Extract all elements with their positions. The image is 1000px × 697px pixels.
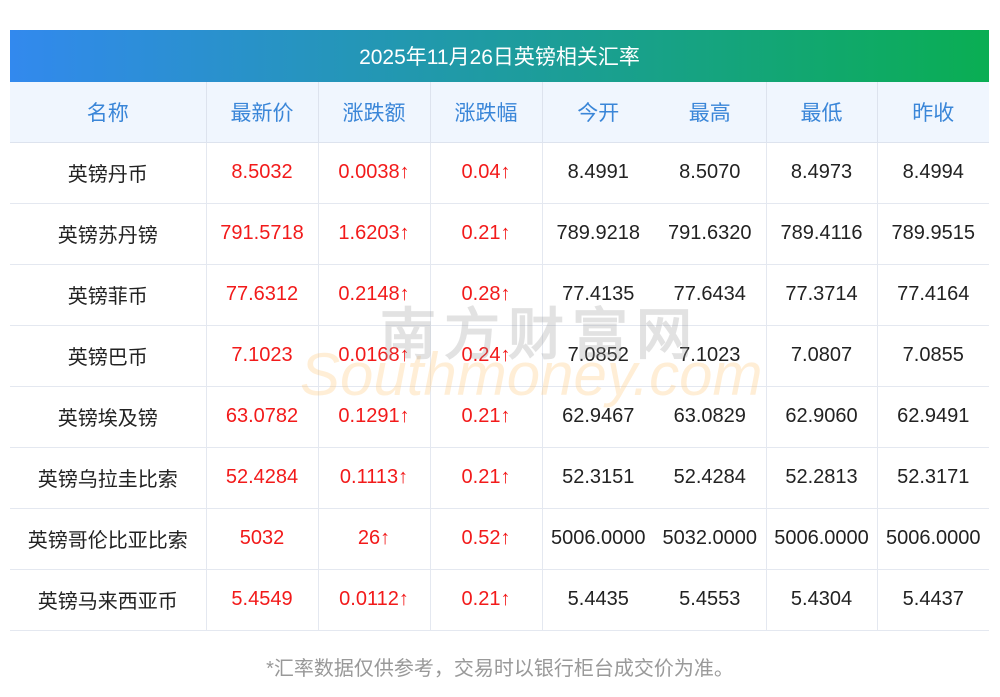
table-row: 英镑马来西亚币 5.4549 0.0112↑ 0.21↑ 5.4435 5.4553 5.4…	[10, 569, 989, 631]
cell-open: 62.9467	[542, 386, 654, 448]
cell-name: 英镑巴币	[10, 325, 207, 387]
cell-change: 0.0168↑	[318, 325, 431, 387]
cell-prev-close: 77.4164	[877, 264, 989, 326]
cell-prev-close: 8.4994	[877, 142, 989, 204]
header-row: 名称 最新价 涨跌额 涨跌幅 今开 最高 最低 昨收	[10, 82, 989, 143]
cell-low: 7.0807	[766, 325, 878, 387]
cell-high: 791.6320	[654, 203, 767, 265]
table-row: 英镑丹币 8.5032 0.0038↑ 0.04↑ 8.4991 8.5070 8.4973…	[10, 142, 989, 204]
cell-change: 0.1113↑	[318, 447, 431, 509]
table-row: 英镑巴币 7.1023 0.0168↑ 0.24↑ 7.0852 7.1023 7.0807…	[10, 325, 989, 387]
cell-low: 77.3714	[766, 264, 878, 326]
cell-name: 英镑乌拉圭比索	[10, 447, 207, 509]
cell-latest: 52.4284	[206, 447, 319, 509]
cell-change-pct: 0.21↑	[430, 569, 543, 631]
cell-open: 77.4135	[542, 264, 654, 326]
cell-prev-close: 5006.0000	[877, 508, 989, 570]
cell-change-pct: 0.24↑	[430, 325, 543, 387]
cell-open: 5006.0000	[542, 508, 654, 570]
cell-change: 0.0038↑	[318, 142, 431, 204]
table-row: 英镑埃及镑 63.0782 0.1291↑ 0.21↑ 62.9467 63.0829 62…	[10, 386, 989, 448]
cell-high: 8.5070	[654, 142, 767, 204]
cell-change: 1.6203↑	[318, 203, 431, 265]
cell-low: 5006.0000	[766, 508, 878, 570]
cell-change-pct: 0.28↑	[430, 264, 543, 326]
cell-low: 5.4304	[766, 569, 878, 631]
exchange-rate-table: 名称 最新价 涨跌额 涨跌幅 今开 最高 最低 昨收 英镑丹币 8.5032 0.0038↑ 0.0…	[10, 82, 989, 631]
cell-name: 英镑丹币	[10, 142, 207, 204]
cell-change-pct: 0.21↑	[430, 447, 543, 509]
table-row: 英镑乌拉圭比索 52.4284 0.1113↑ 0.21↑ 52.3151 52.4284…	[10, 447, 989, 509]
cell-latest: 5032	[206, 508, 319, 570]
cell-change-pct: 0.52↑	[430, 508, 543, 570]
cell-name: 英镑苏丹镑	[10, 203, 207, 265]
table-title: 2025年11月26日英镑相关汇率	[10, 30, 989, 82]
cell-change-pct: 0.04↑	[430, 142, 543, 204]
cell-prev-close: 7.0855	[877, 325, 989, 387]
cell-prev-close: 5.4437	[877, 569, 989, 631]
cell-open: 8.4991	[542, 142, 654, 204]
header-change: 涨跌额	[318, 82, 431, 143]
table-row: 英镑苏丹镑 791.5718 1.6203↑ 0.21↑ 789.9218 791.632…	[10, 203, 989, 265]
cell-name: 英镑马来西亚币	[10, 569, 207, 631]
cell-latest: 63.0782	[206, 386, 319, 448]
header-low: 最低	[766, 82, 878, 143]
cell-name: 英镑菲币	[10, 264, 207, 326]
cell-prev-close: 62.9491	[877, 386, 989, 448]
cell-low: 8.4973	[766, 142, 878, 204]
cell-low: 789.4116	[766, 203, 878, 265]
cell-open: 5.4435	[542, 569, 654, 631]
cell-low: 52.2813	[766, 447, 878, 509]
cell-change: 0.0112↑	[318, 569, 431, 631]
header-latest: 最新价	[206, 82, 319, 143]
cell-prev-close: 789.9515	[877, 203, 989, 265]
cell-change: 0.1291↑	[318, 386, 431, 448]
cell-latest: 791.5718	[206, 203, 319, 265]
cell-name: 英镑哥伦比亚比索	[10, 508, 207, 570]
cell-open: 789.9218	[542, 203, 654, 265]
cell-high: 5.4553	[654, 569, 767, 631]
cell-high: 52.4284	[654, 447, 767, 509]
cell-latest: 5.4549	[206, 569, 319, 631]
cell-change-pct: 0.21↑	[430, 203, 543, 265]
cell-latest: 77.6312	[206, 264, 319, 326]
disclaimer-footer: *汇率数据仅供参考，交易时以银行柜台成交价为准。	[266, 658, 734, 680]
table-row: 英镑哥伦比亚比索 5032 26↑ 0.52↑ 5006.0000 5032.0000 50…	[10, 508, 989, 570]
cell-latest: 8.5032	[206, 142, 319, 204]
table-row: 英镑菲币 77.6312 0.2148↑ 0.28↑ 77.4135 77.6434 77.…	[10, 264, 989, 326]
header-open: 今开	[542, 82, 654, 143]
cell-change: 0.2148↑	[318, 264, 431, 326]
cell-open: 7.0852	[542, 325, 654, 387]
cell-change: 26↑	[318, 508, 431, 570]
cell-high: 77.6434	[654, 264, 767, 326]
cell-prev-close: 52.3171	[877, 447, 989, 509]
cell-high: 5032.0000	[654, 508, 767, 570]
cell-high: 7.1023	[654, 325, 767, 387]
cell-low: 62.9060	[766, 386, 878, 448]
header-change-pct: 涨跌幅	[430, 82, 543, 143]
header-name: 名称	[10, 82, 207, 143]
cell-high: 63.0829	[654, 386, 767, 448]
header-high: 最高	[654, 82, 767, 143]
header-prev-close: 昨收	[877, 82, 989, 143]
cell-open: 52.3151	[542, 447, 654, 509]
cell-change-pct: 0.21↑	[430, 386, 543, 448]
cell-name: 英镑埃及镑	[10, 386, 207, 448]
cell-latest: 7.1023	[206, 325, 319, 387]
